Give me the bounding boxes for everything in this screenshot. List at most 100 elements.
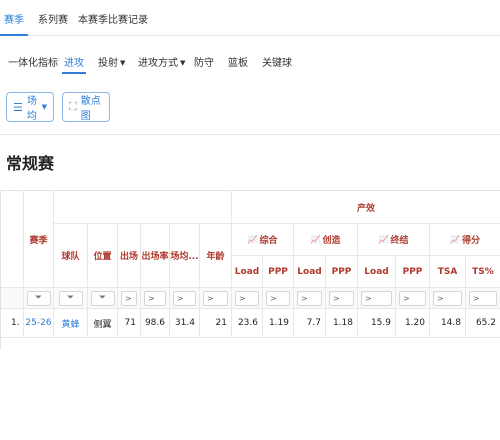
active-tab-indicator: [0, 34, 28, 36]
divider: [0, 134, 500, 135]
tab-rebound[interactable]: 篮板: [228, 54, 248, 69]
header-minutes: 场均...: [170, 224, 200, 288]
filter-scoring-ts-pct-cell: >: [466, 288, 500, 309]
filter-creation-ppp-cell: >: [326, 288, 358, 309]
filter-finishing-load-cell: >: [358, 288, 396, 309]
tab-offense-type[interactable]: 进攻方式 ▼: [138, 54, 185, 69]
filter-creation-load-input[interactable]: >: [297, 290, 322, 306]
subheader-creation-load: Load: [294, 256, 326, 288]
chart-icon: 📈: [310, 235, 321, 244]
filter-overall-load-input[interactable]: >: [235, 290, 259, 306]
row-position: 侧翼: [88, 309, 118, 338]
filter-minutes-input[interactable]: >: [173, 290, 196, 306]
chart-icon: 📈: [247, 235, 258, 244]
header-games-pct: 出场率: [141, 224, 170, 288]
caret-down-icon: ▼: [120, 59, 126, 67]
row-scoring-tsa: 14.8: [430, 309, 466, 338]
filter-scoring-tsa-input[interactable]: >: [433, 290, 462, 306]
group-finishing: 📈 终结: [358, 224, 430, 256]
filter-creation-load-cell: >: [294, 288, 326, 309]
filter-scoring-tsa-cell: >: [430, 288, 466, 309]
row-minutes: 31.4: [170, 309, 200, 338]
tab-season[interactable]: 赛季: [4, 11, 24, 26]
filter-position-cell: ⏷: [88, 288, 118, 309]
tab-offense-type-label: 进攻方式: [138, 58, 178, 69]
group-finishing-label: 终结: [390, 236, 409, 246]
active-subtab-indicator: [62, 72, 86, 74]
tab-series[interactable]: 系列赛: [38, 11, 68, 26]
filter-games-cell: >: [118, 288, 141, 309]
filter-season-cell: ⏷: [24, 288, 54, 309]
header-spacer: [54, 191, 232, 224]
tab-defense[interactable]: 防守: [194, 54, 214, 69]
filter-finishing-ppp-input[interactable]: >: [399, 290, 426, 306]
header-production: 产效: [232, 191, 500, 224]
scatter-plot-button[interactable]: ⛶ 散点图: [62, 92, 110, 122]
per-game-dropdown-button[interactable]: ☰ 场均 ▼: [6, 92, 54, 122]
subheader-finishing-load: Load: [358, 256, 396, 288]
filter-creation-ppp-input[interactable]: >: [329, 290, 354, 306]
filter-rownum: [1, 288, 24, 309]
row-creation-load: 7.7: [294, 309, 326, 338]
filter-games-input[interactable]: >: [121, 290, 137, 306]
row-overall-load: 23.6: [232, 309, 263, 338]
filter-age-cell: >: [200, 288, 232, 309]
subheader-overall-ppp: PPP: [263, 256, 294, 288]
group-overall-label: 综合: [259, 236, 278, 246]
caret-down-icon: ▼: [180, 59, 186, 67]
section-title: 常规赛: [6, 154, 55, 173]
group-overall: 📈 综合: [232, 224, 294, 256]
subheader-finishing-ppp: PPP: [396, 256, 430, 288]
tab-integrated-metrics[interactable]: 一体化指标: [8, 54, 58, 69]
row-overall-ppp: 1.19: [263, 309, 294, 338]
filter-scoring-ts-pct-input[interactable]: >: [469, 290, 497, 306]
filter-funnel-icon[interactable]: ⏷: [26, 290, 51, 306]
row-games: 71: [118, 309, 141, 338]
subheader-scoring-tsa: TSA: [430, 256, 466, 288]
tab-offense[interactable]: 进攻: [64, 54, 84, 69]
tab-season-games[interactable]: 本赛季比赛记录: [78, 11, 148, 26]
stats-table: 赛季 球队 位置 出场 出场率 场均... 年龄 产效 📈 综合 📈 创造 📈 终结 …: [0, 190, 500, 440]
group-creation: 📈 创造: [294, 224, 358, 256]
row-finishing-ppp: 1.20: [396, 309, 430, 338]
row-season-link[interactable]: 25-26: [24, 309, 54, 338]
row-finishing-load: 15.9: [358, 309, 396, 338]
subheader-overall-load: Load: [232, 256, 263, 288]
row-games-pct: 98.6: [141, 309, 170, 338]
filter-funnel-icon[interactable]: ⏷: [58, 290, 83, 306]
row-scoring-ts-pct: 65.2: [466, 309, 500, 338]
list-icon: ☰: [13, 100, 23, 114]
row-team-link[interactable]: 黄蜂: [54, 309, 88, 338]
table-frame: 赛季 球队 位置 出场 出场率 场均... 年龄 产效 📈 综合 📈 创造 📈 终结 …: [0, 190, 500, 350]
filter-overall-load-cell: >: [232, 288, 263, 309]
chart-icon: 📈: [378, 235, 389, 244]
filter-finishing-load-input[interactable]: >: [361, 290, 392, 306]
row-age: 21: [200, 309, 232, 338]
header-team: 球队: [54, 224, 88, 288]
header-games: 出场: [118, 224, 141, 288]
filter-games-pct-cell: >: [141, 288, 170, 309]
per-game-label: 场均: [26, 96, 37, 122]
subheader-scoring-ts-pct: TS%: [466, 256, 500, 288]
chart-icon: 📈: [450, 235, 460, 244]
group-scoring-label: 得分: [461, 236, 480, 246]
sub-tab-bar: 一体化指标 进攻 投射 ▼ 进攻方式 ▼ 防守 篮板 关键球: [0, 48, 500, 74]
scatter-label: 散点图: [80, 96, 101, 122]
header-season: 赛季: [24, 191, 54, 288]
row-index: 1.: [1, 309, 24, 338]
filter-overall-ppp-cell: >: [263, 288, 294, 309]
filter-minutes-cell: >: [170, 288, 200, 309]
filter-games-pct-input[interactable]: >: [144, 290, 166, 306]
group-creation-label: 创造: [322, 236, 341, 246]
filter-team-cell: ⏷: [54, 288, 88, 309]
tab-clutch[interactable]: 关键球: [262, 54, 292, 69]
filter-funnel-icon[interactable]: ⏷: [90, 290, 115, 306]
header-age: 年龄: [200, 224, 232, 288]
top-tab-bar: 赛季 系列赛 本赛季比赛记录: [0, 0, 500, 36]
caret-down-icon: ▼: [41, 103, 47, 111]
tab-shooting[interactable]: 投射 ▼: [98, 54, 125, 69]
scatter-chart-icon: ⛶: [69, 100, 77, 113]
filter-age-input[interactable]: >: [203, 290, 228, 306]
group-scoring: 📈 得分: [430, 224, 500, 256]
filter-overall-ppp-input[interactable]: >: [266, 290, 290, 306]
